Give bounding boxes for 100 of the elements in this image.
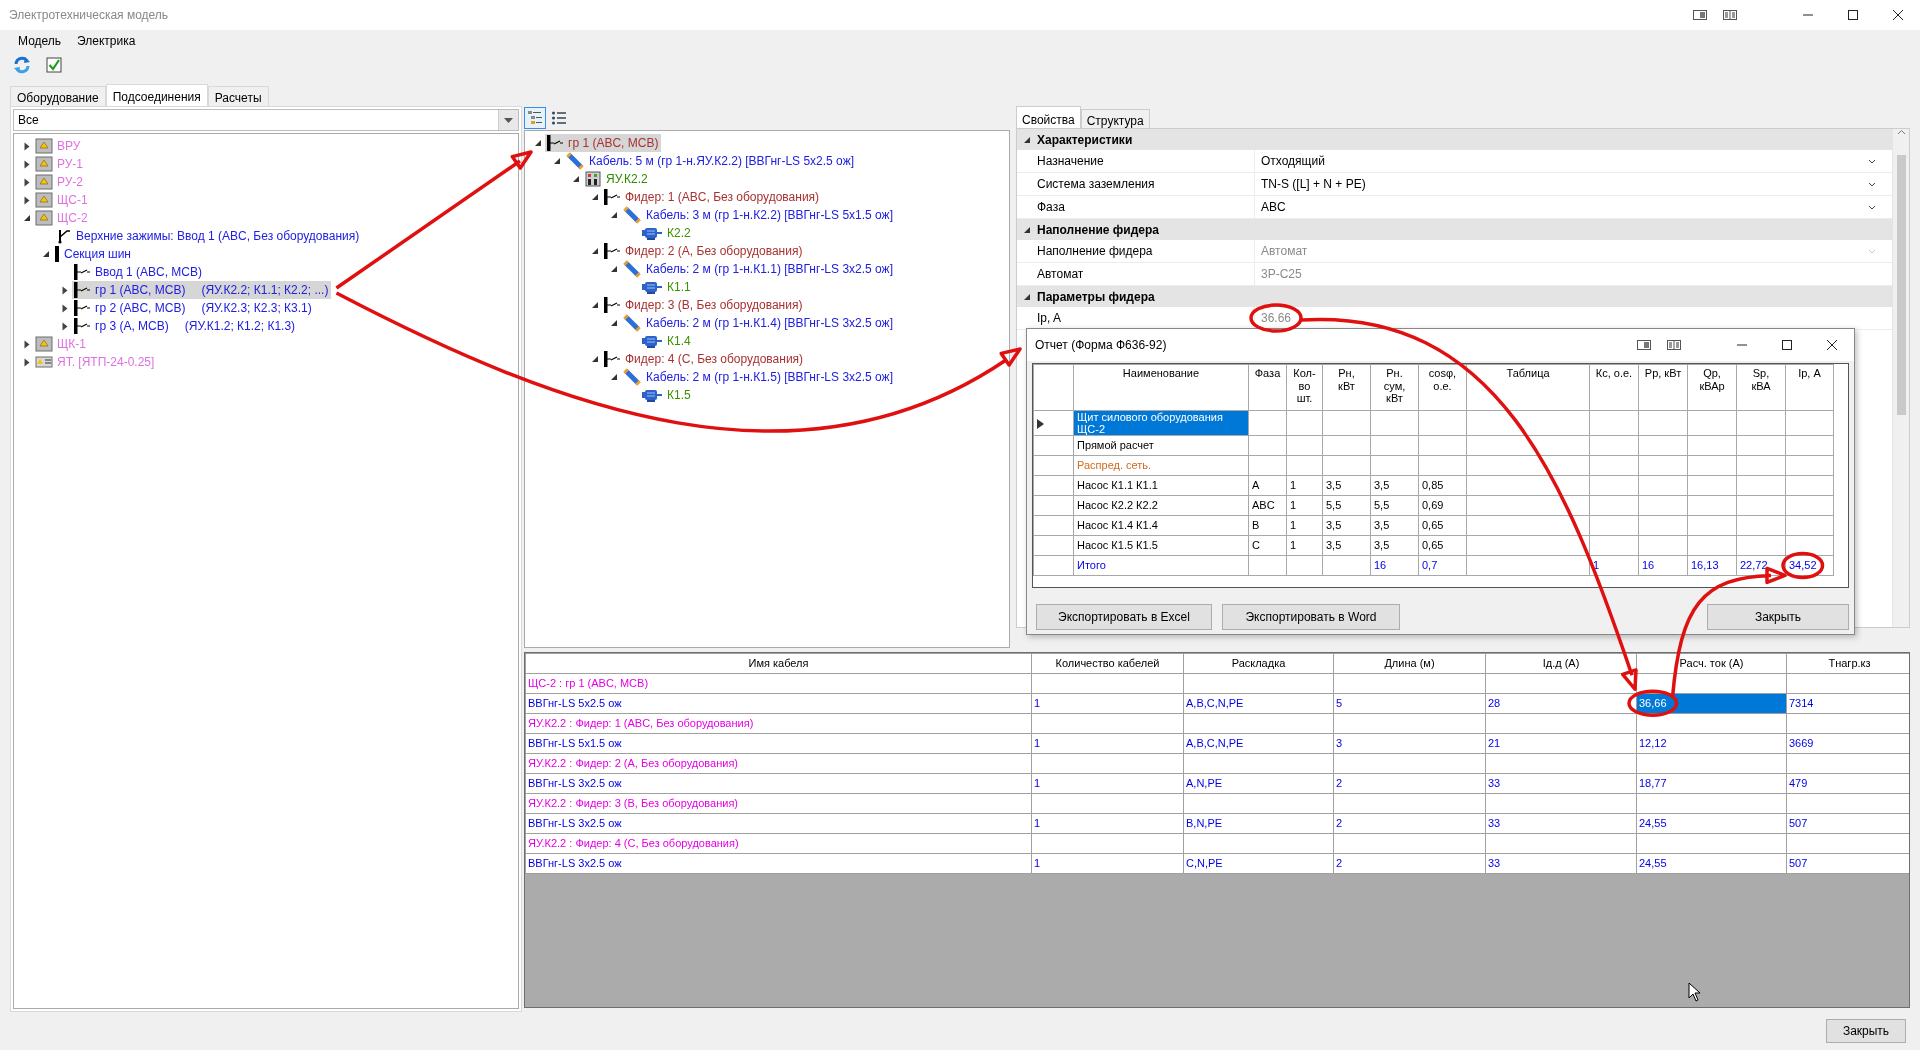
chevron-icon[interactable] — [1868, 182, 1876, 188]
collapse-arrow-icon[interactable] — [610, 319, 618, 327]
tree-item[interactable]: К2.2 — [640, 224, 694, 242]
filter-dropdown[interactable]: Все — [13, 109, 519, 131]
table-cell[interactable]: 1 — [1031, 693, 1184, 714]
column-header[interactable]: Количество кабелей — [1031, 653, 1184, 674]
table-cell[interactable]: B — [1248, 515, 1287, 536]
table-cell[interactable]: 1 — [1286, 515, 1323, 536]
property-value[interactable]: ABC — [1261, 198, 1868, 216]
table-cell[interactable]: 24,55 — [1636, 813, 1787, 834]
table-cell[interactable]: 16,13 — [1687, 555, 1737, 576]
collapse-arrow-icon[interactable] — [591, 301, 599, 309]
tree-item[interactable]: ЯУ.К2.2 — [583, 170, 651, 188]
table-cell[interactable]: ВВГнг-LS 5х1.5 ож — [525, 733, 1032, 754]
expand-arrow-icon[interactable] — [61, 285, 69, 295]
column-header[interactable]: Наименование — [1073, 364, 1249, 411]
table-cell[interactable]: Насос К1.5 К1.5 — [1073, 535, 1249, 556]
table-cell[interactable]: 1 — [1031, 733, 1184, 754]
tree-item[interactable]: Фидер: 3 (В, Без оборудования) — [602, 296, 806, 314]
expand-arrow-icon[interactable] — [23, 177, 31, 187]
tree-item[interactable]: Верхние зажимы: Ввод 1 (ABC, Без оборудования) — [53, 227, 363, 245]
table-cell[interactable]: 1 — [1286, 475, 1323, 496]
table-cell[interactable]: 28 — [1485, 693, 1637, 714]
table-cell[interactable]: 3,5 — [1322, 475, 1371, 496]
scrollbar-thumb[interactable] — [1896, 155, 1906, 415]
table-cell[interactable]: 18,77 — [1636, 773, 1787, 794]
menu-item[interactable]: Модель — [10, 29, 70, 53]
column-header[interactable]: Iр, А — [1785, 364, 1834, 411]
column-header[interactable]: Фаза — [1248, 364, 1287, 411]
tab[interactable]: Структура — [1080, 109, 1150, 128]
tree-item[interactable]: гр 3 (А, MCB) (ЯУ.К1.2; К1.2; К1.3) — [72, 317, 299, 335]
collapse-arrow-icon[interactable] — [1023, 135, 1031, 144]
column-header[interactable]: Iд.д (А) — [1485, 653, 1637, 674]
property-value[interactable]: Отходящий — [1261, 152, 1868, 170]
table-cell[interactable]: 33 — [1485, 813, 1637, 834]
table-cell[interactable]: 1 — [1031, 853, 1184, 874]
table-cell[interactable]: 24,55 — [1636, 853, 1787, 874]
expand-arrow-icon[interactable] — [23, 159, 31, 169]
table-cell[interactable]: 0,65 — [1418, 515, 1467, 536]
table-cell[interactable]: 0,7 — [1418, 555, 1467, 576]
tree-item[interactable]: Фидер: 2 (А, Без оборудования) — [602, 242, 806, 260]
table-cell[interactable]: A — [1248, 475, 1287, 496]
table-cell[interactable]: 5,5 — [1370, 495, 1419, 516]
tree-item[interactable]: гр 1 (ABC, MCB) — [545, 134, 662, 152]
table-cell[interactable]: 2 — [1333, 813, 1486, 834]
table-cell[interactable]: 0,69 — [1418, 495, 1467, 516]
tree-item[interactable]: Ввод 1 (ABC, MCB) — [72, 263, 205, 281]
collapse-arrow-icon[interactable] — [591, 193, 599, 201]
tree-item[interactable]: К1.4 — [640, 332, 694, 350]
column-header[interactable]: Рр, кВт — [1638, 364, 1688, 411]
table-cell[interactable]: C — [1248, 535, 1287, 556]
menu-item[interactable]: Электрика — [69, 29, 144, 53]
collapse-arrow-icon[interactable] — [610, 211, 618, 219]
table-cell[interactable]: 16 — [1370, 555, 1419, 576]
collapse-arrow-icon[interactable] — [610, 265, 618, 273]
tree-item[interactable]: Секция шин — [53, 245, 134, 263]
tree-item[interactable]: К1.1 — [640, 278, 694, 296]
tree-item[interactable]: Кабель: 2 м (гр 1-н.К1.4) [ВВГнг-LS 3х2.5 ож] — [621, 314, 896, 332]
tree-item[interactable]: гр 2 (ABC, MCB) (ЯУ.К2.3; К2.3; К3.1) — [72, 299, 315, 317]
collapse-arrow-icon[interactable] — [591, 247, 599, 255]
chevron-icon[interactable] — [1868, 159, 1876, 165]
collapse-arrow-icon[interactable] — [591, 355, 599, 363]
tab[interactable]: Расчеты — [207, 86, 269, 106]
close-button[interactable]: Закрыть — [1826, 1019, 1906, 1043]
table-cell[interactable]: A,B,C,N,PE — [1183, 693, 1334, 714]
table-cell[interactable]: 33 — [1485, 853, 1637, 874]
collapse-arrow-icon[interactable] — [1023, 292, 1031, 301]
table-cell[interactable]: A,N,PE — [1183, 773, 1334, 794]
table-cell[interactable]: 22,72 — [1736, 555, 1786, 576]
table-cell[interactable]: 3,5 — [1370, 535, 1419, 556]
table-cell[interactable]: ВВГнг-LS 3х2.5 ож — [525, 853, 1032, 874]
column-header[interactable]: Имя кабеля — [525, 653, 1032, 674]
collapse-arrow-icon[interactable] — [610, 373, 618, 381]
expand-arrow-icon[interactable] — [61, 321, 69, 331]
tree-item[interactable]: Кабель: 2 м (гр 1-н.К1.5) [ВВГнг-LS 3х2.5 ож] — [621, 368, 896, 386]
chevron-icon[interactable] — [1868, 205, 1876, 211]
collapse-arrow-icon[interactable] — [1023, 225, 1031, 234]
table-cell[interactable]: ABC — [1248, 495, 1287, 516]
table-cell[interactable]: 21 — [1485, 733, 1637, 754]
dialog-button[interactable]: Экспортировать в Excel — [1036, 604, 1212, 630]
column-header[interactable]: cosφ, о.е. — [1418, 364, 1467, 411]
table-cell[interactable]: 2 — [1333, 773, 1486, 794]
table-cell[interactable]: 33 — [1485, 773, 1637, 794]
tree-view-button[interactable] — [524, 107, 546, 129]
table-cell[interactable]: Щит силового оборудования ЩС-2 — [1073, 410, 1249, 436]
table-cell[interactable]: 5,5 — [1322, 495, 1371, 516]
table-cell[interactable]: C,N,PE — [1183, 853, 1334, 874]
column-header[interactable]: Тнагр.кз — [1786, 653, 1909, 674]
table-cell[interactable]: 16 — [1638, 555, 1688, 576]
tree-item[interactable]: Фидер: 4 (С, Без оборудования) — [602, 350, 807, 368]
tab[interactable]: Оборудование — [10, 86, 106, 106]
table-cell[interactable]: Распред. сеть. — [1073, 455, 1249, 476]
table-cell[interactable]: Насос К1.1 К1.1 — [1073, 475, 1249, 496]
table-cell[interactable]: Насос К2.2 К2.2 — [1073, 495, 1249, 516]
table-cell[interactable]: 1 — [1286, 495, 1323, 516]
table-cell[interactable]: 1 — [1031, 813, 1184, 834]
tab[interactable]: Подсоединения — [105, 84, 208, 106]
expand-arrow-icon[interactable] — [23, 357, 31, 367]
expand-arrow-icon[interactable] — [23, 141, 31, 151]
table-cell[interactable]: 12,12 — [1636, 733, 1787, 754]
